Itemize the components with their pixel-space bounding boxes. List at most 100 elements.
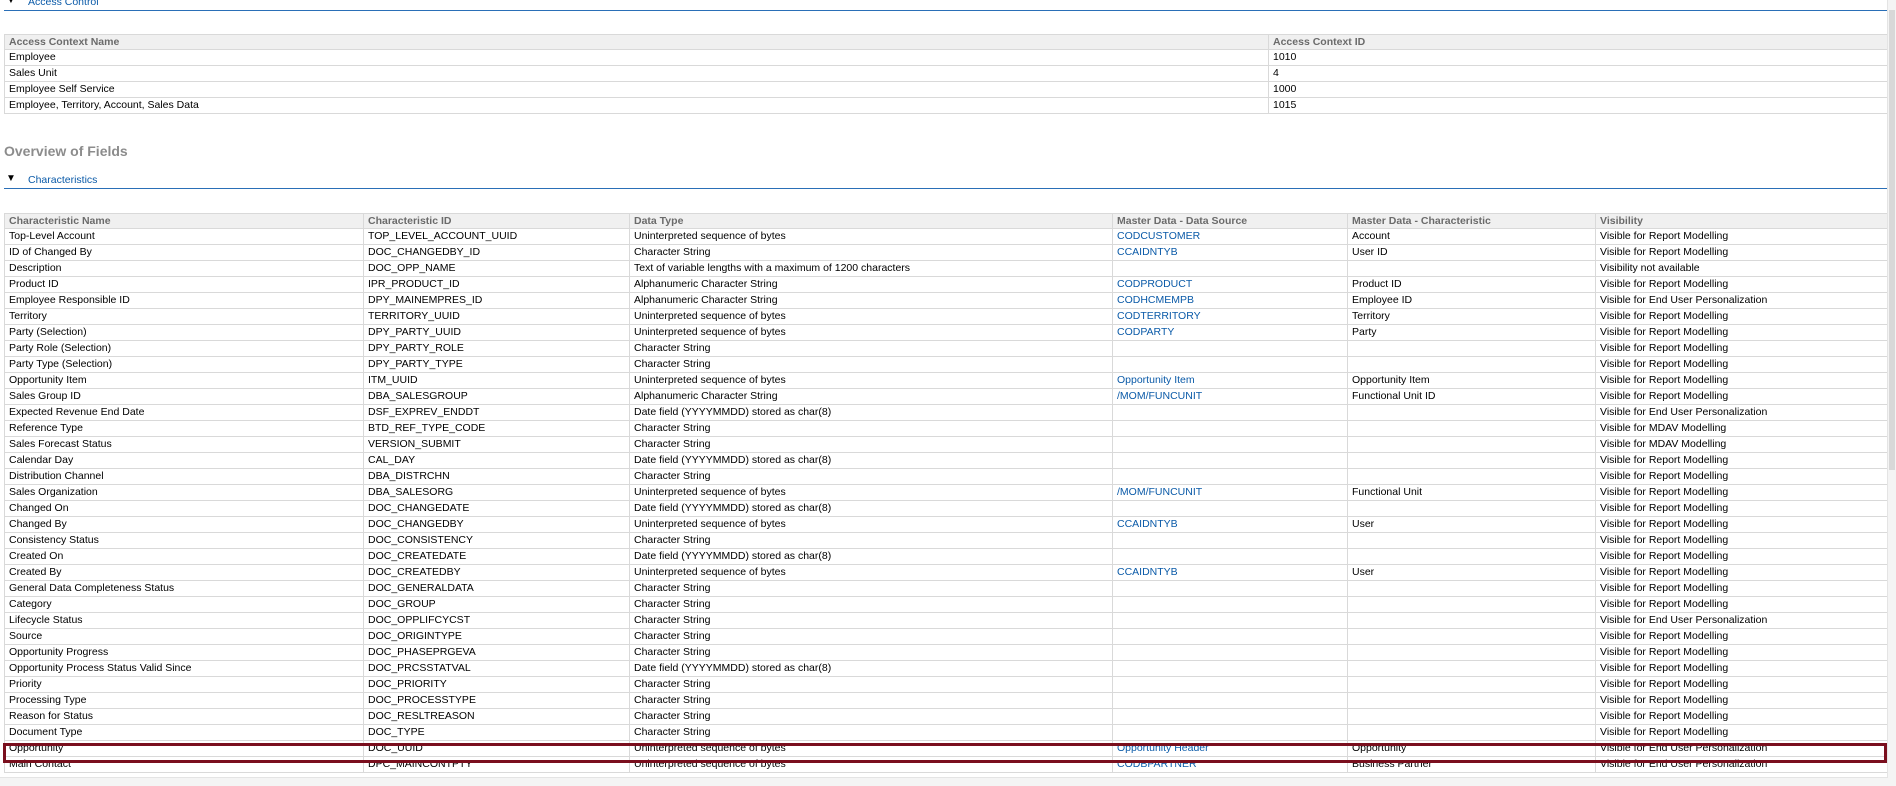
table-row[interactable]: Employee Responsible ID DPY_MAINEMPRES_ID… bbox=[4, 292, 1889, 309]
access-context-id-cell: 1000 bbox=[1268, 81, 1889, 98]
data-type-cell: Alphanumeric Character String bbox=[629, 388, 1113, 405]
master-data-source-link bbox=[1112, 628, 1348, 645]
master-data-source-link[interactable]: /MOM/FUNCUNIT bbox=[1112, 388, 1348, 405]
data-type-cell: Uninterpreted sequence of bytes bbox=[629, 324, 1113, 341]
table-row[interactable]: Processing Type DOC_PROCESSTYPE Character … bbox=[4, 692, 1889, 709]
access-control-section-header[interactable]: ▼ Access Control bbox=[4, 0, 1888, 11]
master-data-source-link[interactable]: CODHCMEMPB bbox=[1112, 292, 1348, 309]
triangle-down-icon[interactable]: ▼ bbox=[6, 173, 16, 184]
table-row[interactable]: Source DOC_ORIGINTYPE Character String Visi… bbox=[4, 628, 1889, 645]
characteristic-name-cell: Consistency Status bbox=[4, 532, 364, 549]
master-data-source-link[interactable]: CODCUSTOMER bbox=[1112, 228, 1348, 245]
master-data-characteristic-cell bbox=[1347, 340, 1596, 357]
master-data-characteristic-cell bbox=[1347, 660, 1596, 677]
table-row[interactable]: Party Role (Selection) DPY_PARTY_ROLE Char… bbox=[4, 340, 1889, 357]
master-data-source-link[interactable]: Opportunity Item bbox=[1112, 372, 1348, 389]
master-data-characteristic-cell bbox=[1347, 500, 1596, 517]
horizontal-scrollbar[interactable] bbox=[0, 777, 1888, 786]
characteristic-id-cell: DBA_DISTRCHN bbox=[363, 468, 630, 485]
column-header-master-data-data-source[interactable]: Master Data - Data Source bbox=[1112, 213, 1348, 229]
scrollbar-thumb[interactable] bbox=[1889, 10, 1895, 470]
table-row[interactable]: Opportunity Process Status Valid Since DO… bbox=[4, 660, 1889, 677]
table-row[interactable]: Product ID IPR_PRODUCT_ID Alphanumeric Cha… bbox=[4, 276, 1889, 293]
visibility-cell: Visible for End User Personalization bbox=[1595, 612, 1889, 629]
master-data-source-link[interactable]: CODPRODUCT bbox=[1112, 276, 1348, 293]
characteristics-section-label[interactable]: Characteristics bbox=[28, 174, 97, 186]
visibility-cell: Visible for End User Personalization bbox=[1595, 756, 1889, 773]
table-row[interactable]: Party (Selection) DPY_PARTY_UUID Uninterpr… bbox=[4, 324, 1889, 341]
characteristic-name-cell: Lifecycle Status bbox=[4, 612, 364, 629]
master-data-characteristic-cell bbox=[1347, 260, 1596, 277]
table-row[interactable]: Sales Organization DBA_SALESORG Uninterpre… bbox=[4, 484, 1889, 501]
access-context-id-cell: 4 bbox=[1268, 65, 1889, 82]
table-row[interactable]: Created By DOC_CREATEDBY Uninterpreted seq… bbox=[4, 564, 1889, 581]
table-row[interactable]: Distribution Channel DBA_DISTRCHN Characte… bbox=[4, 468, 1889, 485]
data-type-cell: Character String bbox=[629, 708, 1113, 725]
master-data-source-link[interactable]: CODPARTY bbox=[1112, 324, 1348, 341]
table-row[interactable]: Changed By DOC_CHANGEDBY Uninterpreted seq… bbox=[4, 516, 1889, 533]
table-row[interactable]: Sales Forecast Status VERSION_SUBMIT Chara… bbox=[4, 436, 1889, 453]
table-row[interactable]: Created On DOC_CREATEDATE Date field (YYYY… bbox=[4, 548, 1889, 565]
characteristic-id-cell: DOC_UUID bbox=[363, 740, 630, 757]
column-header-characteristic-name[interactable]: Characteristic Name bbox=[4, 213, 364, 229]
master-data-source-link[interactable]: CCAIDNTYB bbox=[1112, 516, 1348, 533]
master-data-source-link[interactable]: Opportunity Header bbox=[1112, 740, 1348, 757]
column-header-access-context-id[interactable]: Access Context ID bbox=[1268, 34, 1889, 50]
data-type-cell: Date field (YYYYMMDD) stored as char(8) bbox=[629, 500, 1113, 517]
master-data-source-link bbox=[1112, 660, 1348, 677]
vertical-scrollbar[interactable] bbox=[1887, 0, 1896, 786]
table-row[interactable]: Changed On DOC_CHANGEDATE Date field (YYYY… bbox=[4, 500, 1889, 517]
table-row[interactable]: Priority DOC_PRIORITY Character String Visi… bbox=[4, 676, 1889, 693]
triangle-down-icon[interactable]: ▼ bbox=[6, 0, 16, 6]
characteristic-name-cell: General Data Completeness Status bbox=[4, 580, 364, 597]
column-header-master-data-characteristic[interactable]: Master Data - Characteristic bbox=[1347, 213, 1596, 229]
table-row[interactable]: Document Type DOC_TYPE Character String Vis… bbox=[4, 724, 1889, 741]
characteristic-id-cell: DOC_CREATEDATE bbox=[363, 548, 630, 565]
master-data-source-link[interactable]: CCAIDNTYB bbox=[1112, 564, 1348, 581]
master-data-characteristic-cell: Territory bbox=[1347, 308, 1596, 325]
characteristic-name-cell: Created On bbox=[4, 548, 364, 565]
table-row[interactable]: Sales Unit 4 bbox=[4, 65, 1889, 82]
table-row[interactable]: Employee, Territory, Account, Sales Data… bbox=[4, 97, 1889, 114]
table-row[interactable]: Sales Group ID DBA_SALESGROUP Alphanumeric… bbox=[4, 388, 1889, 405]
column-header-visibility[interactable]: Visibility bbox=[1595, 213, 1889, 229]
column-header-characteristic-id[interactable]: Characteristic ID bbox=[363, 213, 630, 229]
table-row[interactable]: General Data Completeness Status DOC_GENE… bbox=[4, 580, 1889, 597]
characteristic-name-cell: Expected Revenue End Date bbox=[4, 404, 364, 421]
table-row[interactable]: Employee Self Service 1000 bbox=[4, 81, 1889, 98]
column-header-access-context-name[interactable]: Access Context Name bbox=[4, 34, 1269, 50]
access-control-section-label[interactable]: Access Control bbox=[28, 0, 99, 8]
table-row[interactable]: Consistency Status DOC_CONSISTENCY Charact… bbox=[4, 532, 1889, 549]
table-row[interactable]: Top-Level Account TOP_LEVEL_ACCOUNT_UUID U… bbox=[4, 228, 1889, 245]
master-data-source-link[interactable]: CODTERRITORY bbox=[1112, 308, 1348, 325]
characteristic-name-cell: Source bbox=[4, 628, 364, 645]
table-row[interactable]: Employee 1010 bbox=[4, 49, 1889, 66]
table-row[interactable]: Expected Revenue End Date DSF_EXPREV_ENDD… bbox=[4, 404, 1889, 421]
table-row[interactable]: ID of Changed By DOC_CHANGEDBY_ID Characte… bbox=[4, 244, 1889, 261]
data-type-cell: Uninterpreted sequence of bytes bbox=[629, 740, 1113, 757]
table-row[interactable]: Reason for Status DOC_RESLTREASON Characte… bbox=[4, 708, 1889, 725]
table-row[interactable]: Party Type (Selection) DPY_PARTY_TYPE Char… bbox=[4, 356, 1889, 373]
table-row[interactable]: Lifecycle Status DOC_OPPLIFCYCST Character… bbox=[4, 612, 1889, 629]
table-row[interactable]: Calendar Day CAL_DAY Date field (YYYYMMDD)… bbox=[4, 452, 1889, 469]
master-data-source-link bbox=[1112, 644, 1348, 661]
table-row[interactable]: Description DOC_OPP_NAME Text of variable … bbox=[4, 260, 1889, 277]
table-row[interactable]: Opportunity DOC_UUID Uninterpreted sequenc… bbox=[4, 740, 1889, 757]
master-data-source-link[interactable]: /MOM/FUNCUNIT bbox=[1112, 484, 1348, 501]
table-row[interactable]: Reference Type BTD_REF_TYPE_CODE Character… bbox=[4, 420, 1889, 437]
table-row[interactable]: Main Contact DPC_MAINCONTPTY Uninterpreted… bbox=[4, 756, 1889, 773]
characteristic-id-cell: DOC_CHANGEDBY bbox=[363, 516, 630, 533]
table-row[interactable]: Territory TERRITORY_UUID Uninterpreted seq… bbox=[4, 308, 1889, 325]
table-row[interactable]: Opportunity Progress DOC_PHASEPRGEVA Chara… bbox=[4, 644, 1889, 661]
master-data-source-link[interactable]: CCAIDNTYB bbox=[1112, 244, 1348, 261]
master-data-source-link[interactable]: CODBPARTNER bbox=[1112, 756, 1348, 773]
characteristics-section-header[interactable]: ▼ Characteristics bbox=[4, 172, 1888, 189]
visibility-cell: Visible for Report Modelling bbox=[1595, 516, 1889, 533]
master-data-characteristic-cell: User bbox=[1347, 516, 1596, 533]
table-row[interactable]: Category DOC_GROUP Character String Visible… bbox=[4, 596, 1889, 613]
characteristic-name-cell: Changed On bbox=[4, 500, 364, 517]
table-row[interactable]: Opportunity Item ITM_UUID Uninterpreted se… bbox=[4, 372, 1889, 389]
characteristic-name-cell: Priority bbox=[4, 676, 364, 693]
master-data-characteristic-cell bbox=[1347, 532, 1596, 549]
column-header-data-type[interactable]: Data Type bbox=[629, 213, 1113, 229]
